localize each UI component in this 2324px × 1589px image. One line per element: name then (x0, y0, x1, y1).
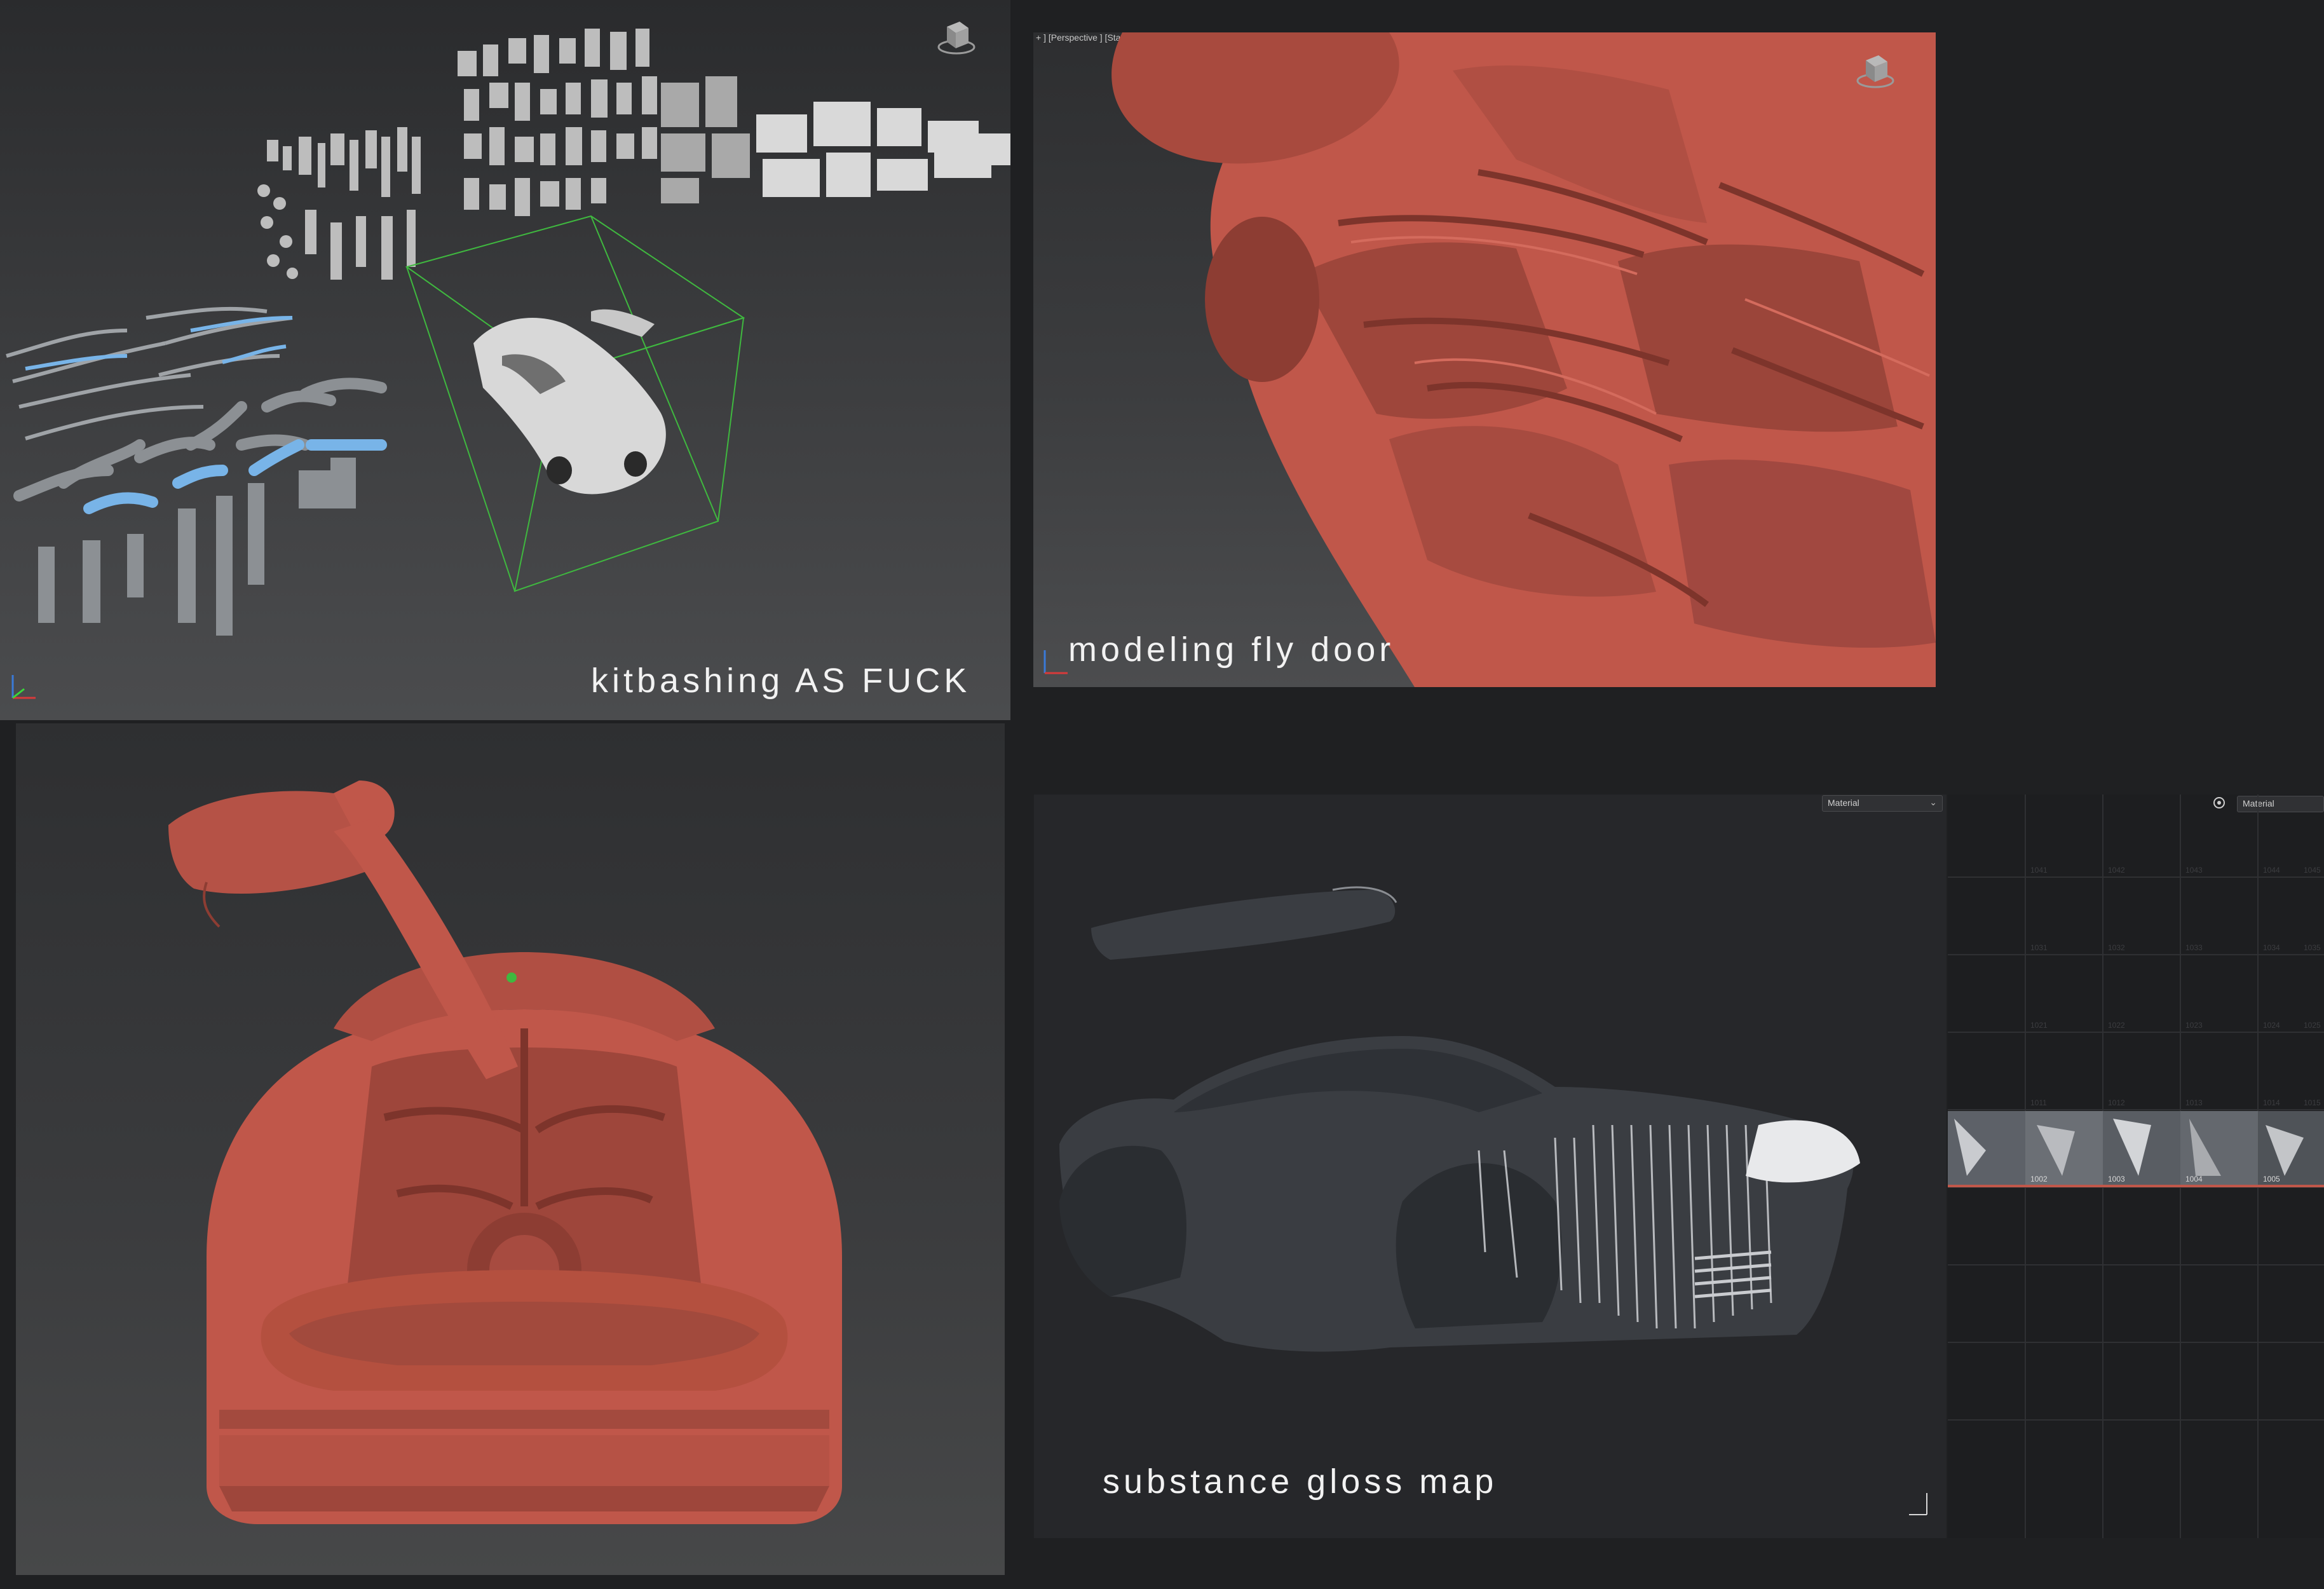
uv-grid-number: 1045 (2304, 866, 2321, 875)
substance-scene (1059, 886, 1860, 1352)
parts-library-grid (257, 29, 1010, 280)
uv-tile-label: 1002 (2030, 1175, 2048, 1183)
flydoor-viewport[interactable]: + ] [Perspective ] [Standard ] [Clay ] m… (1033, 32, 1936, 687)
uv-tile-label: 1005 (2263, 1175, 2280, 1183)
uv-grid-number: 1034 (2263, 943, 2280, 952)
uv-grid-number: 1025 (2304, 1021, 2321, 1030)
uv-grid-number: 1013 (2185, 1098, 2203, 1107)
uv-grid-number: 1011 (2030, 1098, 2047, 1107)
caption-substance: substance gloss map (1103, 1463, 1498, 1501)
caption-kitbash: kitbashing AS FUCK (591, 662, 971, 700)
pipe-parts (6, 306, 293, 440)
uv-grid-number: 1015 (2304, 1098, 2321, 1107)
uv-grid-number: 1032 (2108, 943, 2125, 952)
uv-grid-number: 1043 (2185, 866, 2203, 875)
uv-grid-number: 1023 (2185, 1021, 2203, 1030)
kitbash-scene (6, 29, 1010, 636)
uv-grid-number: 1012 (2108, 1098, 2125, 1107)
uv-tile-label: 1003 (2108, 1175, 2125, 1183)
uv-grid-number: 1024 (2263, 1021, 2280, 1030)
uv-grid (1948, 795, 2324, 1538)
shaft-parts (38, 458, 356, 636)
uv-grid-number: 1031 (2030, 943, 2048, 952)
caption-flydoor: modeling fly door (1068, 631, 1395, 669)
viewcube-icon[interactable] (1853, 51, 1898, 99)
rear-car-scene (168, 781, 842, 1524)
uv-grid-number: 1033 (2185, 943, 2203, 952)
viewcube-icon[interactable] (934, 18, 979, 65)
kitbash-viewport[interactable]: kitbashing AS FUCK (0, 0, 1010, 720)
car-model-white (473, 309, 666, 494)
substance-viewport[interactable]: Material ⌄ substance gloss map (1034, 795, 1947, 1538)
rear-viewport[interactable] (16, 723, 1005, 1575)
axis-gizmo-icon (5, 667, 43, 709)
uv-grid-number: 1042 (2108, 866, 2125, 875)
axis-gizmo-icon (1901, 1484, 1940, 1525)
uv-grid-number: 1035 (2304, 943, 2321, 952)
flydoor-scene (1111, 32, 1936, 687)
uv-grid-number: 1022 (2108, 1021, 2125, 1030)
uv-grid-number: 1044 (2263, 866, 2280, 875)
uv-tile-label: 1004 (2185, 1175, 2203, 1183)
uv-grid-number: 1014 (2263, 1098, 2280, 1107)
uv-grid-number: 1021 (2030, 1021, 2048, 1030)
uv-grid-number: 1041 (2030, 866, 2048, 875)
uv-editor-panel[interactable]: Material 1002 1003 1004 1005 1041 1042 1… (1948, 795, 2324, 1538)
